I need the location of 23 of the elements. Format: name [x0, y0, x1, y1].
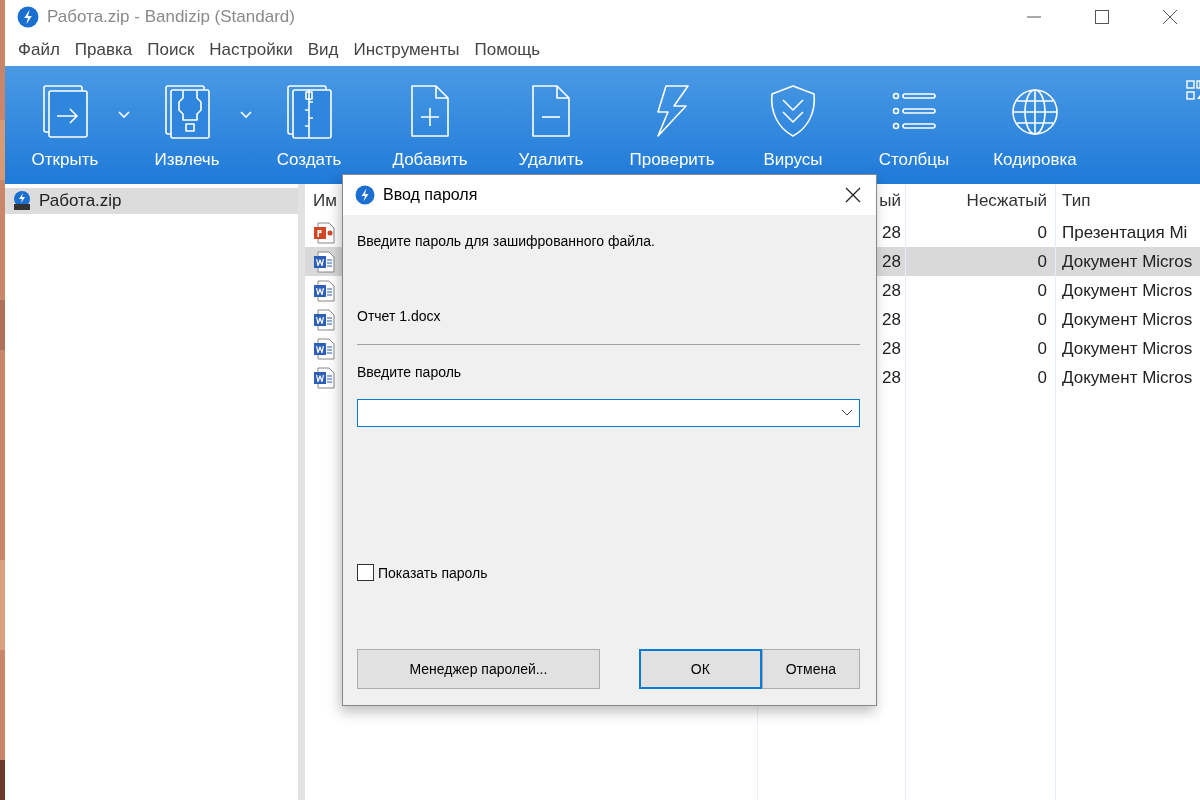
table-cell-text: Документ Micros [1061, 251, 1194, 272]
table-cell-text: 28 [881, 367, 902, 388]
table-cell-text: Документ Micros [1061, 309, 1194, 330]
table-cell-text: Презентация Mi [1061, 222, 1189, 243]
table-cell-text: 0 [1036, 367, 1048, 388]
field-label: Введите пароль [357, 364, 463, 380]
table-cell-text: 0 [1036, 338, 1048, 359]
dialog-title: Ввод пароля [383, 186, 479, 204]
table-cell-text: 28 [881, 309, 902, 330]
prompt-text: Введите пароль для зашифрованного файла. [357, 233, 656, 249]
table-cell-text: 28 [881, 338, 902, 359]
table-cell-text: 28 [881, 280, 902, 301]
table-cell-text: Документ Micros [1061, 280, 1194, 301]
table-cell-text: 0 [1036, 222, 1048, 243]
table-cell-text: 0 [1036, 251, 1048, 272]
table-cell-text: 28 [881, 222, 902, 243]
table-cell-text: Документ Micros [1061, 338, 1194, 359]
file-name: Отчет 1.docx [357, 308, 442, 324]
window-title: Работа.zip - Bandizip (Standard) [47, 7, 296, 27]
table-cell-text: 0 [1036, 280, 1048, 301]
table-cell-text: 28 [881, 251, 902, 272]
table-cell-text: Документ Micros [1061, 367, 1194, 388]
table-cell-text: 0 [1036, 309, 1048, 330]
